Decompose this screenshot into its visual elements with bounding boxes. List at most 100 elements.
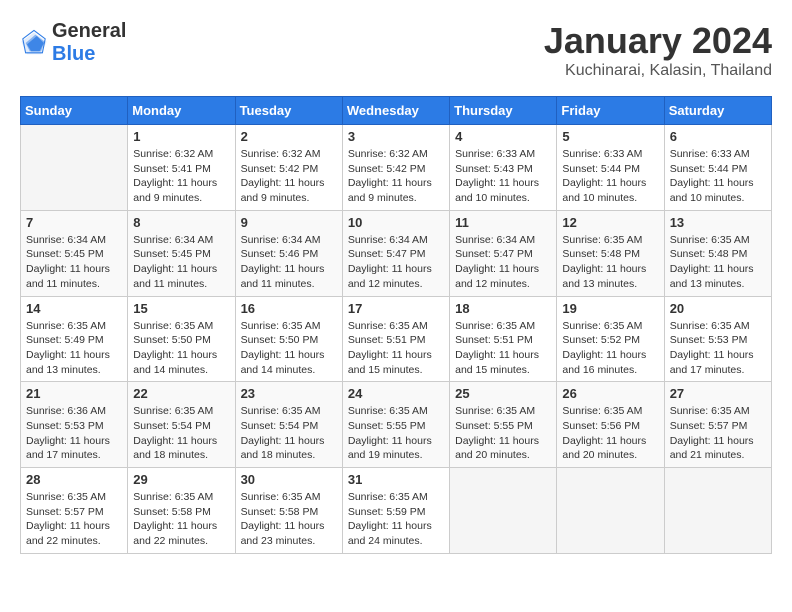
calendar-cell: 31 Sunrise: 6:35 AMSunset: 5:59 PMDayligh… <box>342 468 449 554</box>
day-info: Sunrise: 6:32 AMSunset: 5:41 PMDaylight:… <box>133 147 229 206</box>
day-number: 12 <box>562 215 658 230</box>
calendar-cell: 26 Sunrise: 6:35 AMSunset: 5:56 PMDayligh… <box>557 382 664 468</box>
calendar-cell <box>21 125 128 211</box>
logo: General Blue <box>20 20 126 66</box>
calendar-cell: 22Sunrise: 6:35 AMSunset: 5:54 PMDayligh… <box>128 382 235 468</box>
day-info: Sunrise: 6:35 AMSunset: 5:57 PMDaylight:… <box>670 404 766 463</box>
day-info: Sunrise: 6:35 AMSunset: 5:54 PMDaylight:… <box>241 404 337 463</box>
day-info: Sunrise: 6:35 AMSunset: 5:58 PMDaylight:… <box>133 490 229 549</box>
calendar-cell: 29 Sunrise: 6:35 AMSunset: 5:58 PMDayligh… <box>128 468 235 554</box>
day-info: Sunrise: 6:35 AMSunset: 5:56 PMDaylight:… <box>562 404 658 463</box>
calendar-cell: 27 Sunrise: 6:35 AMSunset: 5:57 PMDayligh… <box>664 382 771 468</box>
day-number: 30 <box>241 472 337 487</box>
day-number: 9 <box>241 215 337 230</box>
day-number: 1 <box>133 129 229 144</box>
day-number: 13 <box>670 215 766 230</box>
logo-general: General <box>52 20 126 42</box>
day-info: Sunrise: 6:35 AMSunset: 5:58 PMDaylight:… <box>241 490 337 549</box>
calendar-cell: 8 Sunrise: 6:34 AMSunset: 5:45 PMDaylight… <box>128 210 235 296</box>
calendar-cell: 17Sunrise: 6:35 AMSunset: 5:51 PMDayligh… <box>342 296 449 382</box>
calendar-cell: 7 Sunrise: 6:34 AMSunset: 5:45 PMDaylight… <box>21 210 128 296</box>
day-number: 19 <box>562 301 658 316</box>
day-number: 17 <box>348 301 444 316</box>
calendar-cell: 3 Sunrise: 6:32 AMSunset: 5:42 PMDaylight… <box>342 125 449 211</box>
calendar-cell: 16Sunrise: 6:35 AMSunset: 5:50 PMDayligh… <box>235 296 342 382</box>
main-title: January 2024 <box>544 20 772 62</box>
day-number: 11 <box>455 215 551 230</box>
header-day-thursday: Thursday <box>450 97 557 125</box>
header-day-sunday: Sunday <box>21 97 128 125</box>
day-info: Sunrise: 6:35 AMSunset: 5:55 PMDaylight:… <box>348 404 444 463</box>
calendar-cell: 25Sunrise: 6:35 AMSunset: 5:55 PMDayligh… <box>450 382 557 468</box>
day-number: 29 <box>133 472 229 487</box>
calendar-cell: 5Sunrise: 6:33 AMSunset: 5:44 PMDaylight… <box>557 125 664 211</box>
page-header: General Blue January 2024 Kuchinarai, Ka… <box>20 20 772 80</box>
day-info: Sunrise: 6:34 AMSunset: 5:46 PMDaylight:… <box>241 233 337 292</box>
day-number: 18 <box>455 301 551 316</box>
calendar-cell: 20 Sunrise: 6:35 AMSunset: 5:53 PMDayligh… <box>664 296 771 382</box>
day-info: Sunrise: 6:35 AMSunset: 5:50 PMDaylight:… <box>133 319 229 378</box>
calendar-body: 1 Sunrise: 6:32 AMSunset: 5:41 PMDaylight… <box>21 125 772 554</box>
day-info: Sunrise: 6:33 AMSunset: 5:44 PMDaylight:… <box>670 147 766 206</box>
day-number: 10 <box>348 215 444 230</box>
day-number: 4 <box>455 129 551 144</box>
subtitle: Kuchinarai, Kalasin, Thailand <box>544 62 772 80</box>
day-number: 7 <box>26 215 122 230</box>
header-day-monday: Monday <box>128 97 235 125</box>
calendar-cell: 19 Sunrise: 6:35 AMSunset: 5:52 PMDayligh… <box>557 296 664 382</box>
day-info: Sunrise: 6:35 AMSunset: 5:48 PMDaylight:… <box>562 233 658 292</box>
day-number: 3 <box>348 129 444 144</box>
day-number: 22 <box>133 386 229 401</box>
calendar-cell: 2Sunrise: 6:32 AMSunset: 5:42 PMDaylight… <box>235 125 342 211</box>
calendar-cell <box>450 468 557 554</box>
week-row-4: 21 Sunrise: 6:36 AMSunset: 5:53 PMDayligh… <box>21 382 772 468</box>
calendar-cell: 23 Sunrise: 6:35 AMSunset: 5:54 PMDayligh… <box>235 382 342 468</box>
week-row-1: 1 Sunrise: 6:32 AMSunset: 5:41 PMDaylight… <box>21 125 772 211</box>
title-block: January 2024 Kuchinarai, Kalasin, Thaila… <box>544 20 772 80</box>
calendar-cell <box>557 468 664 554</box>
logo-text: General Blue <box>52 20 126 66</box>
day-info: Sunrise: 6:32 AMSunset: 5:42 PMDaylight:… <box>348 147 444 206</box>
day-number: 23 <box>241 386 337 401</box>
day-info: Sunrise: 6:35 AMSunset: 5:57 PMDaylight:… <box>26 490 122 549</box>
header-row: SundayMondayTuesdayWednesdayThursdayFrid… <box>21 97 772 125</box>
calendar-header: SundayMondayTuesdayWednesdayThursdayFrid… <box>21 97 772 125</box>
day-info: Sunrise: 6:35 AMSunset: 5:52 PMDaylight:… <box>562 319 658 378</box>
calendar-cell: 18Sunrise: 6:35 AMSunset: 5:51 PMDayligh… <box>450 296 557 382</box>
day-number: 21 <box>26 386 122 401</box>
day-info: Sunrise: 6:36 AMSunset: 5:53 PMDaylight:… <box>26 404 122 463</box>
calendar-cell: 24 Sunrise: 6:35 AMSunset: 5:55 PMDayligh… <box>342 382 449 468</box>
day-info: Sunrise: 6:34 AMSunset: 5:45 PMDaylight:… <box>133 233 229 292</box>
day-info: Sunrise: 6:33 AMSunset: 5:43 PMDaylight:… <box>455 147 551 206</box>
calendar-cell: 30 Sunrise: 6:35 AMSunset: 5:58 PMDayligh… <box>235 468 342 554</box>
header-day-saturday: Saturday <box>664 97 771 125</box>
day-number: 28 <box>26 472 122 487</box>
day-number: 2 <box>241 129 337 144</box>
calendar-cell: 9 Sunrise: 6:34 AMSunset: 5:46 PMDaylight… <box>235 210 342 296</box>
day-info: Sunrise: 6:35 AMSunset: 5:55 PMDaylight:… <box>455 404 551 463</box>
day-info: Sunrise: 6:34 AMSunset: 5:47 PMDaylight:… <box>455 233 551 292</box>
header-day-wednesday: Wednesday <box>342 97 449 125</box>
calendar-table: SundayMondayTuesdayWednesdayThursdayFrid… <box>20 96 772 554</box>
day-info: Sunrise: 6:35 AMSunset: 5:49 PMDaylight:… <box>26 319 122 378</box>
calendar-cell: 14Sunrise: 6:35 AMSunset: 5:49 PMDayligh… <box>21 296 128 382</box>
day-info: Sunrise: 6:35 AMSunset: 5:50 PMDaylight:… <box>241 319 337 378</box>
calendar-cell: 1 Sunrise: 6:32 AMSunset: 5:41 PMDaylight… <box>128 125 235 211</box>
logo-icon <box>20 29 48 57</box>
day-info: Sunrise: 6:35 AMSunset: 5:53 PMDaylight:… <box>670 319 766 378</box>
day-number: 27 <box>670 386 766 401</box>
day-number: 31 <box>348 472 444 487</box>
day-number: 20 <box>670 301 766 316</box>
day-number: 8 <box>133 215 229 230</box>
week-row-2: 7 Sunrise: 6:34 AMSunset: 5:45 PMDaylight… <box>21 210 772 296</box>
calendar-cell <box>664 468 771 554</box>
calendar-cell: 15Sunrise: 6:35 AMSunset: 5:50 PMDayligh… <box>128 296 235 382</box>
day-number: 26 <box>562 386 658 401</box>
day-number: 24 <box>348 386 444 401</box>
day-info: Sunrise: 6:34 AMSunset: 5:45 PMDaylight:… <box>26 233 122 292</box>
day-info: Sunrise: 6:35 AMSunset: 5:59 PMDaylight:… <box>348 490 444 549</box>
week-row-3: 14Sunrise: 6:35 AMSunset: 5:49 PMDayligh… <box>21 296 772 382</box>
day-info: Sunrise: 6:33 AMSunset: 5:44 PMDaylight:… <box>562 147 658 206</box>
calendar-cell: 11 Sunrise: 6:34 AMSunset: 5:47 PMDayligh… <box>450 210 557 296</box>
logo-blue: Blue <box>52 43 95 65</box>
